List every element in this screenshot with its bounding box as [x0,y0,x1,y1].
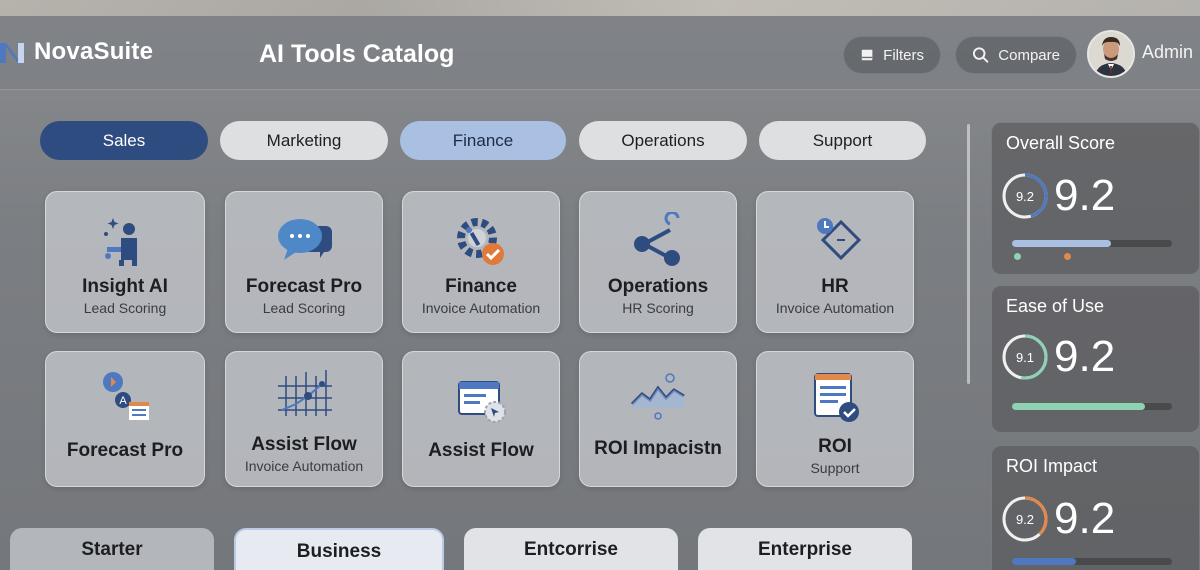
score-value: 9.2 [1054,494,1116,543]
user-avatar-icon [1089,32,1133,76]
tool-title: Operations [607,276,709,297]
tool-card[interactable]: Operations HR Scoring [579,191,737,333]
tab-sales[interactable]: Sales [40,121,208,160]
tool-title: Assist Flow [251,434,357,455]
tool-card[interactable]: ROI Impacistn [579,351,737,487]
filter-icon [861,49,873,61]
ring-value: 9.2 [1016,512,1034,527]
plan-business[interactable]: Business [234,528,444,570]
tool-card[interactable]: Insight AI Lead Scoring [45,191,205,333]
background-strip [0,0,1200,16]
tool-card[interactable]: Assist Flow Invoice Automation [225,351,383,487]
plan-entcorrise[interactable]: Entcorrise [464,528,678,570]
tool-subtitle: Lead Scoring [262,300,346,316]
indicator-dot [1064,253,1071,260]
document-check-icon [814,373,859,422]
score-card-overall: Overall Score 9.2 9.2 [991,122,1200,275]
indicator-dot [1014,253,1021,260]
plan-starter[interactable]: Starter [10,528,214,570]
score-bar [1012,240,1172,247]
brand-name: NovaSuite [34,38,154,65]
score-bar-fill [1012,403,1145,410]
tool-title: HR [821,276,849,297]
ring-value: 9.1 [1016,350,1034,365]
brand[interactable]: NovaSuite [0,38,153,66]
score-label: Ease of Use [1006,296,1105,316]
tab-support[interactable]: Support [759,121,926,160]
tool-subtitle: Invoice Automation [775,300,895,316]
tool-subtitle: Support [810,460,860,476]
tool-card[interactable]: Assist Flow [402,351,560,487]
tab-finance[interactable]: Finance [400,121,566,160]
tool-title: Finance [445,276,517,297]
score-label: Overall Score [1006,133,1116,153]
score-value: 9.2 [1054,332,1116,381]
score-value: 9.2 [1054,171,1116,220]
score-bar-fill [1012,240,1112,247]
page-title: AI Tools Catalog [259,40,455,68]
top-bar: NovaSuite AI Tools Catalog Filters Compa… [0,16,1200,90]
score-card-ease: Ease of Use 9.1 9.2 [991,285,1200,433]
score-ring: 9.2 [1002,496,1048,542]
tool-card[interactable]: HR Invoice Automation [756,191,914,333]
score-bar [1012,403,1172,410]
tool-card[interactable]: ROI Support [756,351,914,487]
tool-subtitle: Invoice Automation [244,458,364,474]
compare-button[interactable]: Compare [955,36,1077,74]
share-nodes-icon [634,212,680,266]
filters-label: Filters [883,46,924,64]
score-ring: 9.1 [1002,334,1048,380]
tool-title: ROI Impacistn [594,438,722,459]
tool-card[interactable]: Forecast Pro Lead Scoring [225,191,383,333]
person-sparkle-icon [104,218,137,266]
compare-label: Compare [998,46,1060,64]
score-card-roi: ROI Impact 9.2 9.2 [991,445,1200,570]
tool-card[interactable]: Finance Invoice Automation [402,191,560,333]
scatter-grid-icon [278,370,332,416]
plan-enterprise[interactable]: Enterprise [698,528,912,570]
score-ring: 9.2 [1002,173,1048,219]
chat-bubbles-icon [278,219,332,260]
avatar[interactable] [1087,30,1135,78]
tool-title: Forecast Pro [245,276,363,297]
scrollbar[interactable] [967,124,970,384]
score-bar [1012,558,1172,565]
tool-title: Forecast Pro [66,440,184,461]
tool-title: ROI [818,436,852,457]
score-bar-fill [1012,558,1076,565]
ring-value: 9.2 [1016,189,1034,204]
user-name[interactable]: Admin [1142,42,1193,63]
gear-check-icon [457,218,504,265]
tool-title: Assist Flow [428,440,534,461]
tool-title: Insight AI [82,276,168,297]
translate-doc-icon: A [103,372,149,420]
tab-marketing[interactable]: Marketing [220,121,388,160]
novasuite-logo-icon [0,43,24,63]
filters-button[interactable]: Filters [843,36,941,74]
svg-text:A: A [119,395,127,407]
line-trend-icon [630,373,685,420]
diamond-clock-icon [817,218,862,261]
search-icon [972,47,989,63]
tool-card[interactable]: A Forecast Pro [45,351,205,487]
score-label: ROI Impact [1006,456,1098,476]
tool-subtitle: Lead Scoring [83,300,167,316]
tab-operations[interactable]: Operations [579,121,747,160]
tool-subtitle: Invoice Automation [421,300,541,316]
window-cursor-icon [458,381,506,423]
tool-subtitle: HR Scoring [622,300,694,316]
